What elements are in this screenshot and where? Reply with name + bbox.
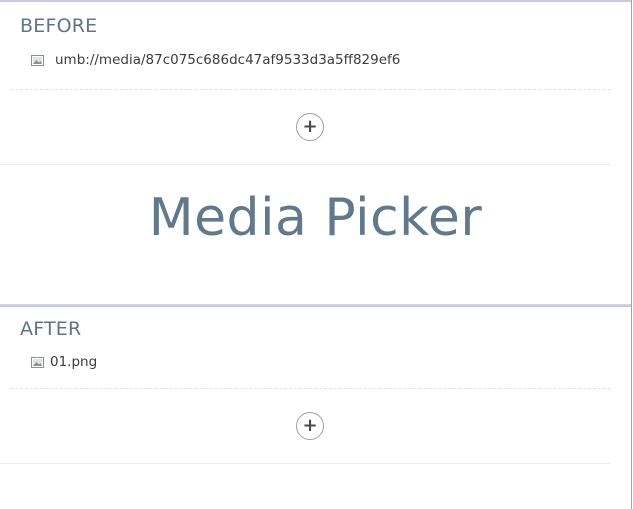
page-title: Media Picker (148, 188, 483, 248)
before-panel: BEFORE umb://media/87c075c686dc47af9533d… (0, 0, 631, 304)
after-heading: AFTER (20, 318, 82, 340)
before-add-button[interactable]: + (296, 113, 324, 141)
after-media-item[interactable]: 01.png (31, 354, 97, 370)
divider (0, 164, 611, 165)
after-media-label: 01.png (50, 354, 98, 370)
after-add-button[interactable]: + (296, 412, 324, 440)
image-icon (31, 54, 44, 66)
plus-icon: + (302, 414, 318, 436)
dashed-divider (10, 89, 611, 90)
panel-top-border (0, 304, 631, 307)
window-edge (631, 0, 632, 509)
before-media-item[interactable]: umb://media/87c075c686dc47af9533d3a5ff82… (31, 52, 400, 68)
before-heading: BEFORE (20, 15, 98, 37)
dashed-divider (10, 388, 611, 389)
after-panel: AFTER 01.png + (0, 304, 631, 509)
image-icon (31, 356, 44, 368)
before-media-label: umb://media/87c075c686dc47af9533d3a5ff82… (55, 52, 401, 68)
divider (0, 463, 611, 464)
panel-top-border (0, 0, 631, 2)
plus-icon: + (302, 115, 318, 137)
